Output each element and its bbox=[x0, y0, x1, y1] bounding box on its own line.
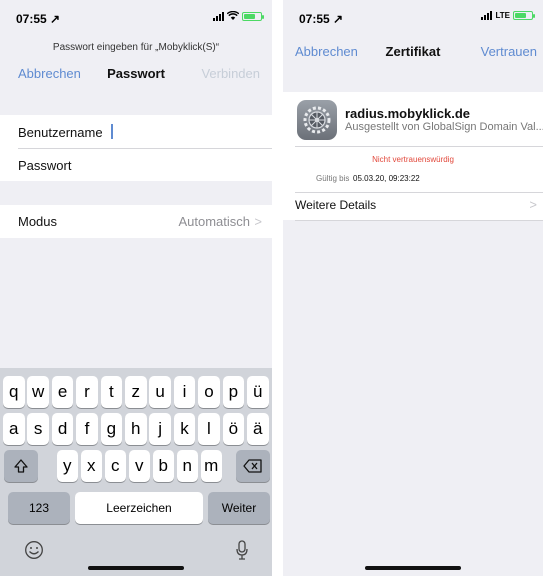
nav-bar: Abbrechen Passwort Verbinden bbox=[0, 66, 272, 88]
backspace-icon bbox=[243, 459, 262, 473]
row-divider bbox=[18, 148, 272, 149]
key-row1-7[interactable]: i bbox=[173, 376, 196, 408]
key-row3-0[interactable]: y bbox=[57, 450, 78, 482]
key-row3-2[interactable]: c bbox=[105, 450, 126, 482]
valid-until-label: Gültig bis bbox=[316, 174, 350, 183]
microphone-icon[interactable] bbox=[236, 540, 248, 560]
keyboard: qwertzuiopü asdfghjklöä yxcvbnm 123 Leer… bbox=[0, 368, 272, 576]
chevron-right-icon: > bbox=[529, 197, 537, 212]
signal-icon bbox=[213, 11, 224, 21]
status-time: 07:55 ↗ bbox=[16, 12, 61, 26]
key-row1-3[interactable]: r bbox=[76, 376, 98, 408]
key-row3-1[interactable]: x bbox=[81, 450, 102, 482]
return-key[interactable]: Weiter bbox=[208, 492, 270, 524]
signal-icon bbox=[481, 11, 493, 20]
key-row2-3[interactable]: f bbox=[76, 413, 98, 445]
key-row2-2[interactable]: d bbox=[51, 413, 74, 445]
battery-icon bbox=[513, 11, 535, 20]
key-row2-4[interactable]: g bbox=[100, 413, 123, 445]
valid-until-value: 05.03.20, 09:23:22 bbox=[353, 174, 420, 183]
mode-label: Modus bbox=[18, 214, 58, 229]
key-row3-3[interactable]: v bbox=[129, 450, 150, 482]
username-label: Benutzername bbox=[18, 125, 103, 140]
mode-value: Automatisch bbox=[178, 214, 250, 229]
chevron-right-icon: > bbox=[254, 214, 262, 229]
key-row2-7[interactable]: k bbox=[173, 413, 196, 445]
key-row2-5[interactable]: h bbox=[125, 413, 147, 445]
network-type: LTE bbox=[495, 11, 510, 20]
more-details-label[interactable]: Weitere Details bbox=[295, 198, 376, 212]
connect-button[interactable]: Verbinden bbox=[201, 66, 260, 81]
key-row1-0[interactable]: q bbox=[3, 376, 25, 408]
key-row2-6[interactable]: j bbox=[149, 413, 171, 445]
row-divider bbox=[295, 192, 543, 193]
status-bar: 07:55 ↗ bbox=[0, 0, 272, 36]
key-row3-4[interactable]: b bbox=[153, 450, 174, 482]
mode-row[interactable]: Modus Automatisch > bbox=[0, 205, 272, 238]
key-row1-5[interactable]: z bbox=[125, 376, 147, 408]
shift-icon bbox=[14, 459, 28, 473]
password-input[interactable] bbox=[111, 151, 272, 179]
key-row1-10[interactable]: ü bbox=[247, 376, 269, 408]
space-key[interactable]: Leerzeichen bbox=[75, 492, 203, 524]
shift-key[interactable] bbox=[4, 450, 38, 482]
nav-bar: Abbrechen Zertifikat Vertrauen bbox=[283, 44, 543, 66]
certificate-name: radius.mobyklick.de bbox=[345, 106, 470, 121]
untrusted-warning: Nicht vertrauenswürdig bbox=[372, 155, 454, 164]
backspace-key[interactable] bbox=[236, 450, 270, 482]
wifi-icon bbox=[227, 11, 239, 20]
key-row2-9[interactable]: ö bbox=[222, 413, 245, 445]
key-row1-4[interactable]: t bbox=[100, 376, 123, 408]
network-prompt: Passwort eingeben für „Mobyklick(S)“ bbox=[52, 42, 220, 53]
status-indicators: LTE bbox=[481, 11, 535, 20]
trust-button[interactable]: Vertrauen bbox=[481, 44, 537, 59]
status-time: 07:55 ↗ bbox=[299, 12, 344, 26]
status-indicators bbox=[213, 11, 264, 21]
username-input[interactable] bbox=[111, 124, 113, 139]
certificate-screen: 07:55 ↗ LTE Abbrechen Zertifikat Vertrau… bbox=[283, 0, 543, 576]
emoji-icon[interactable] bbox=[24, 540, 44, 560]
key-row1-9[interactable]: p bbox=[222, 376, 245, 408]
key-row2-8[interactable]: l bbox=[198, 413, 220, 445]
numbers-key[interactable]: 123 bbox=[8, 492, 70, 524]
key-row2-10[interactable]: ä bbox=[247, 413, 269, 445]
key-row3-6[interactable]: m bbox=[201, 450, 222, 482]
key-row1-1[interactable]: w bbox=[27, 376, 49, 408]
status-bar: 07:55 ↗ LTE bbox=[283, 0, 543, 36]
home-indicator[interactable] bbox=[365, 566, 461, 570]
key-row3-5[interactable]: n bbox=[177, 450, 198, 482]
key-row2-0[interactable]: a bbox=[3, 413, 25, 445]
certificate-issuer: Ausgestellt von GlobalSign Domain Val... bbox=[345, 121, 543, 133]
key-row1-6[interactable]: u bbox=[149, 376, 171, 408]
home-indicator[interactable] bbox=[88, 566, 184, 570]
key-row2-1[interactable]: s bbox=[27, 413, 49, 445]
row-divider bbox=[295, 220, 543, 221]
settings-gear-icon bbox=[297, 100, 337, 140]
password-screen: 07:55 ↗ Passwort eingeben für „Mobyklick… bbox=[0, 0, 272, 576]
key-row1-2[interactable]: e bbox=[51, 376, 74, 408]
credentials-group: Benutzername Passwort bbox=[0, 115, 272, 181]
key-row1-8[interactable]: o bbox=[198, 376, 220, 408]
password-label: Passwort bbox=[18, 158, 72, 173]
row-divider bbox=[295, 146, 543, 147]
battery-icon bbox=[242, 11, 264, 21]
